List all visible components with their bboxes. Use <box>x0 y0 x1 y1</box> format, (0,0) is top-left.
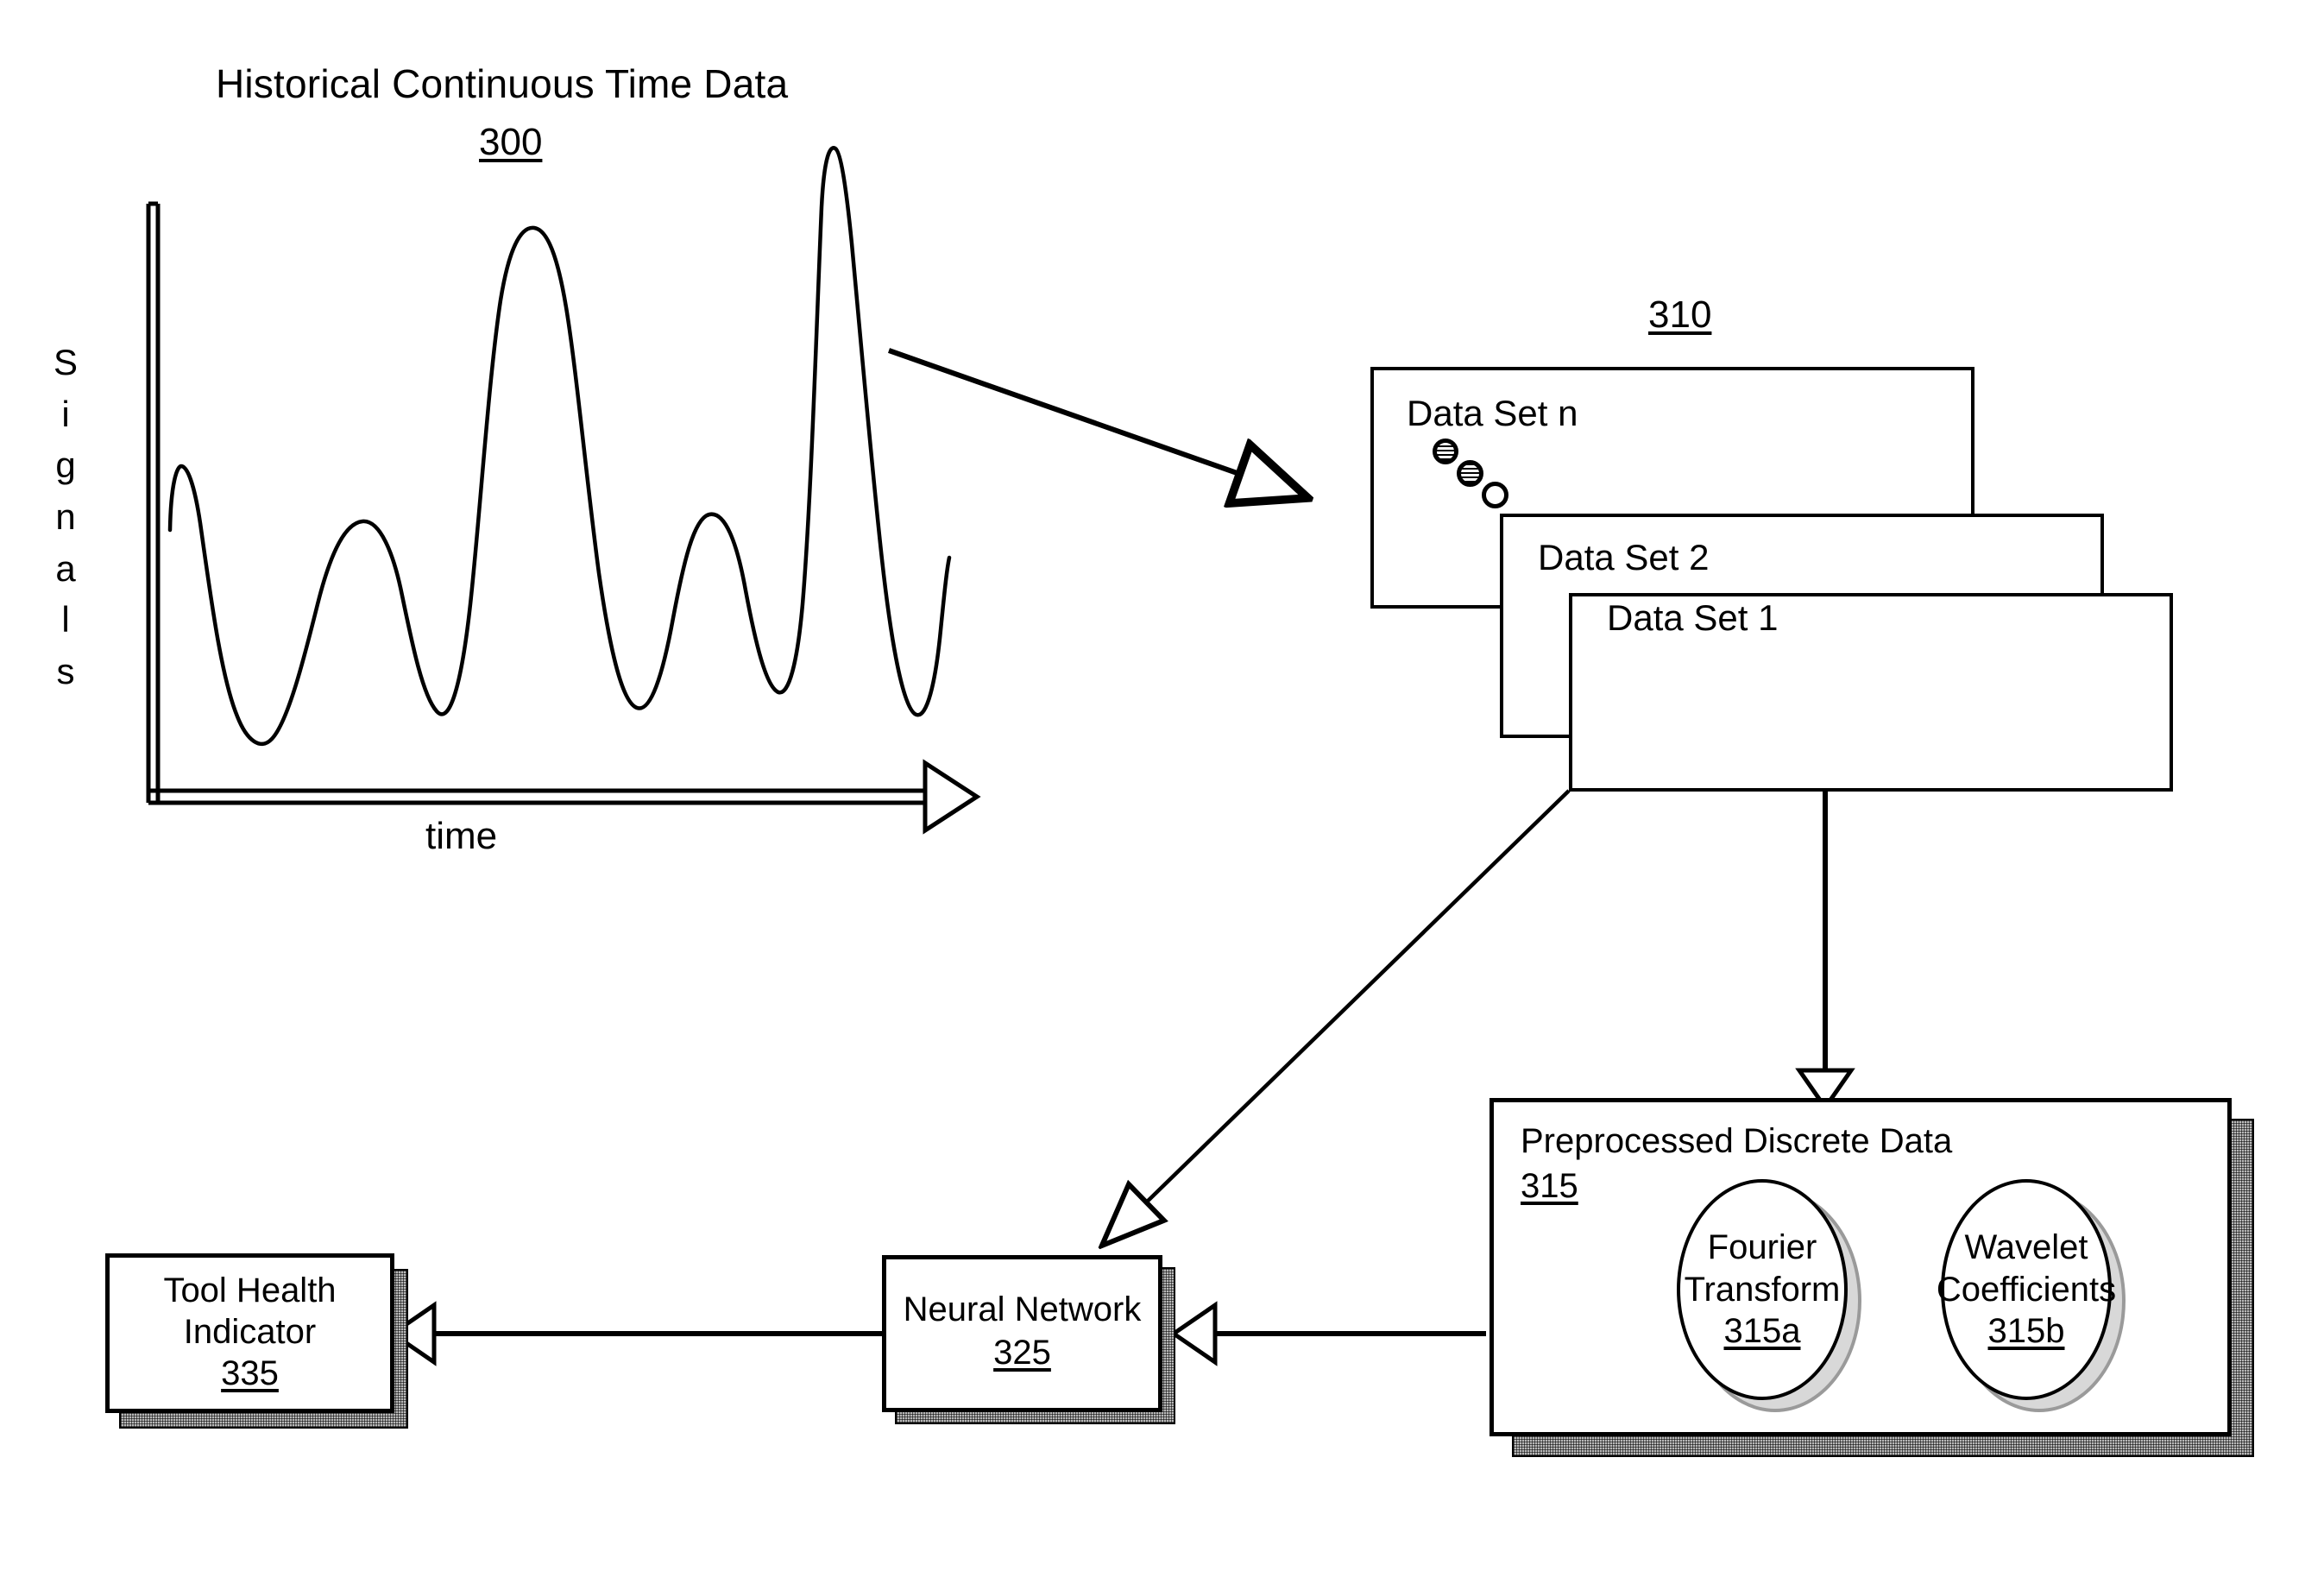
y-axis-label-char: g <box>55 445 76 486</box>
arrow-waveform-to-datasets <box>888 348 1303 496</box>
wavelet-coefficients-node[interactable]: Wavelet Coefficients 315b <box>1937 1179 2116 1400</box>
y-axis-label-char: i <box>61 393 70 434</box>
tool-health-line2: Indicator <box>183 1313 317 1351</box>
figure-ref-335: 335 <box>221 1354 279 1392</box>
figure-ref-315b: 315b <box>1987 1312 2065 1351</box>
y-axis-label-char: s <box>56 650 75 691</box>
wavelet-coefficients-line1: Wavelet <box>1964 1227 2088 1266</box>
patent-figure-canvas: Historical Continuous Time Data 300 S i … <box>0 0 2324 1590</box>
fourier-transform-line2: Transform <box>1684 1270 1841 1309</box>
neural-network-title: Neural Network <box>903 1290 1142 1328</box>
ellipsis-dot-icon <box>1433 439 1458 464</box>
page-title: Historical Continuous Time Data <box>216 61 789 106</box>
figure-ref-325: 325 <box>993 1334 1051 1372</box>
x-axis-label: time <box>425 815 498 857</box>
fourier-transform-node[interactable]: Fourier Transform 315a <box>1677 1179 1848 1400</box>
signal-waveform <box>167 146 952 746</box>
y-axis-label-char: n <box>55 495 76 537</box>
y-axis-label-char: l <box>61 599 70 640</box>
preprocessed-title: Preprocessed Discrete Data <box>1521 1122 1953 1160</box>
y-axis-label: S i g n a l s <box>54 337 78 697</box>
fourier-transform-line1: Fourier <box>1707 1227 1817 1266</box>
wavelet-coefficients-line2: Coefficients <box>1936 1270 2117 1309</box>
arrow-datasets-to-preprocessed <box>1795 791 1855 1112</box>
arrow-preprocessed-to-neural-network <box>1169 1301 1486 1366</box>
data-set-2-label: Data Set 2 <box>1538 537 1710 577</box>
ellipsis-dot-icon <box>1457 460 1483 487</box>
y-axis-label-char: S <box>54 342 79 382</box>
figure-ref-310: 310 <box>1648 293 1712 336</box>
y-axis-label-char: a <box>55 547 76 589</box>
tool-health-line1: Tool Health <box>163 1271 337 1309</box>
figure-ref-315a: 315a <box>1723 1312 1801 1351</box>
x-axis <box>146 759 981 835</box>
y-axis <box>146 201 161 803</box>
data-set-n-label: Data Set n <box>1407 393 1578 433</box>
data-set-1-label: Data Set 1 <box>1607 597 1779 638</box>
figure-ref-300: 300 <box>479 121 543 163</box>
figure-ref-315: 315 <box>1521 1167 1578 1205</box>
ellipsis-dot-icon <box>1482 482 1508 508</box>
arrow-neural-network-to-tool-health <box>388 1301 882 1366</box>
